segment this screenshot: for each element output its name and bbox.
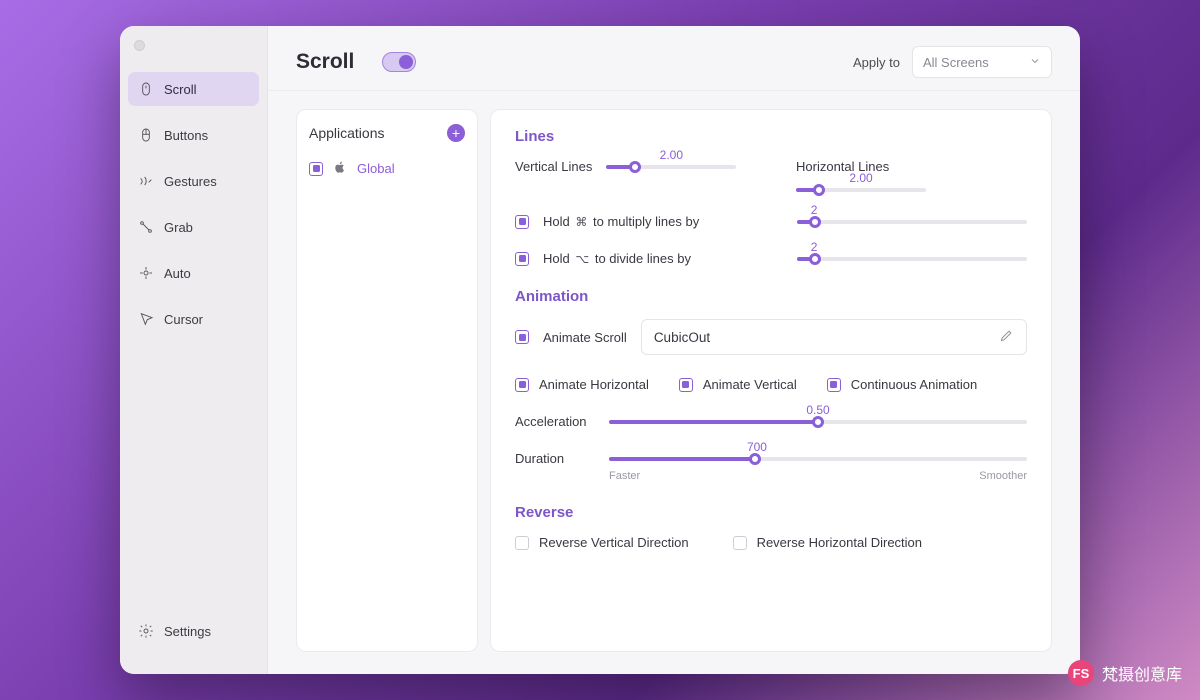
section-animation-title: Animation (515, 288, 1027, 305)
add-application-button[interactable]: + (447, 124, 465, 142)
divide-slider[interactable]: 2 (797, 257, 1027, 261)
mouse-icon (138, 81, 154, 97)
sidebar-label: Cursor (164, 312, 203, 327)
cursor-icon (138, 311, 154, 327)
auto-icon (138, 265, 154, 281)
horizontal-lines-slider[interactable]: 2.00 (796, 188, 926, 192)
enable-toggle[interactable] (382, 52, 416, 72)
duration-hint-faster: Faster (609, 470, 640, 482)
sidebar-label: Buttons (164, 128, 208, 143)
chevron-down-icon (1029, 55, 1041, 70)
animate-horizontal-checkbox[interactable] (515, 378, 529, 392)
sidebar-item-gestures[interactable]: Gestures (128, 164, 259, 198)
command-key-icon: ⌘ (573, 215, 589, 229)
watermark-text: 梵摄创意库 (1102, 661, 1182, 685)
app-checkbox[interactable] (309, 162, 323, 176)
multiply-checkbox[interactable] (515, 215, 529, 229)
divide-checkbox[interactable] (515, 252, 529, 266)
screens-dropdown[interactable]: All Screens (912, 46, 1052, 78)
animate-horizontal-label: Animate Horizontal (539, 377, 649, 392)
reverse-horizontal-label: Reverse Horizontal Direction (757, 535, 922, 550)
continuous-animation-checkbox[interactable] (827, 378, 841, 392)
main-panel: Scroll Apply to All Screens Applications… (268, 26, 1080, 674)
gestures-icon (138, 173, 154, 189)
pencil-icon (999, 328, 1014, 346)
apple-icon (333, 160, 347, 177)
easing-value: CubicOut (654, 330, 710, 345)
sidebar-label: Grab (164, 220, 193, 235)
vertical-lines-label: Vertical Lines (515, 159, 592, 174)
animate-scroll-label: Animate Scroll (543, 330, 627, 345)
sidebar-item-settings[interactable]: Settings (128, 614, 259, 648)
grab-icon (138, 219, 154, 235)
sidebar-item-buttons[interactable]: Buttons (128, 118, 259, 152)
application-row-global[interactable]: Global (309, 160, 465, 177)
vertical-lines-value: 2.00 (606, 148, 736, 162)
settings-card: Lines Vertical Lines 2.00 H (490, 109, 1052, 652)
reverse-vertical-checkbox[interactable] (515, 536, 529, 550)
animate-vertical-checkbox[interactable] (679, 378, 693, 392)
horizontal-lines-value: 2.00 (796, 171, 926, 185)
sidebar-item-scroll[interactable]: Scroll (128, 72, 259, 106)
page-title: Scroll (296, 50, 354, 74)
app-name: Global (357, 161, 395, 176)
animate-scroll-checkbox[interactable] (515, 330, 529, 344)
watermark-logo-icon: FS (1068, 660, 1094, 686)
settings-label: Settings (164, 624, 211, 639)
mouse-buttons-icon (138, 127, 154, 143)
animate-vertical-label: Animate Vertical (703, 377, 797, 392)
app-window: Scroll Buttons Gestures Grab Auto Cursor (120, 26, 1080, 674)
sidebar-label: Scroll (164, 82, 197, 97)
multiply-slider[interactable]: 2 (797, 220, 1027, 224)
sidebar: Scroll Buttons Gestures Grab Auto Cursor (120, 26, 268, 674)
sidebar-label: Auto (164, 266, 191, 281)
header: Scroll Apply to All Screens (268, 26, 1080, 91)
multiply-value: 2 (811, 203, 1027, 217)
divide-label: Hold ⌥ to divide lines by (543, 251, 691, 266)
section-lines-title: Lines (515, 128, 1027, 145)
applications-card: Applications + Global (296, 109, 478, 652)
apply-to-label: Apply to (853, 55, 900, 70)
gear-icon (138, 623, 154, 639)
duration-hint-smoother: Smoother (979, 470, 1027, 482)
reverse-horizontal-checkbox[interactable] (733, 536, 747, 550)
acceleration-value: 0.50 (609, 403, 1027, 417)
dropdown-value: All Screens (923, 55, 989, 70)
easing-select[interactable]: CubicOut (641, 319, 1027, 355)
multiply-label: Hold ⌘ to multiply lines by (543, 214, 699, 229)
sidebar-item-cursor[interactable]: Cursor (128, 302, 259, 336)
applications-title: Applications (309, 125, 385, 141)
continuous-animation-label: Continuous Animation (851, 377, 977, 392)
reverse-vertical-label: Reverse Vertical Direction (539, 535, 689, 550)
divide-value: 2 (811, 240, 1027, 254)
sidebar-label: Gestures (164, 174, 217, 189)
duration-slider[interactable]: 700 (609, 457, 1027, 461)
vertical-lines-slider[interactable]: 2.00 (606, 165, 736, 169)
acceleration-label: Acceleration (515, 414, 595, 429)
section-reverse-title: Reverse (515, 504, 1027, 521)
duration-label: Duration (515, 451, 595, 466)
window-controls[interactable] (134, 38, 151, 56)
option-key-icon: ⌥ (573, 252, 591, 266)
sidebar-item-auto[interactable]: Auto (128, 256, 259, 290)
sidebar-item-grab[interactable]: Grab (128, 210, 259, 244)
acceleration-slider[interactable]: 0.50 (609, 420, 1027, 424)
watermark-badge: FS 梵摄创意库 (1068, 660, 1182, 686)
duration-value: 700 (609, 440, 1027, 454)
